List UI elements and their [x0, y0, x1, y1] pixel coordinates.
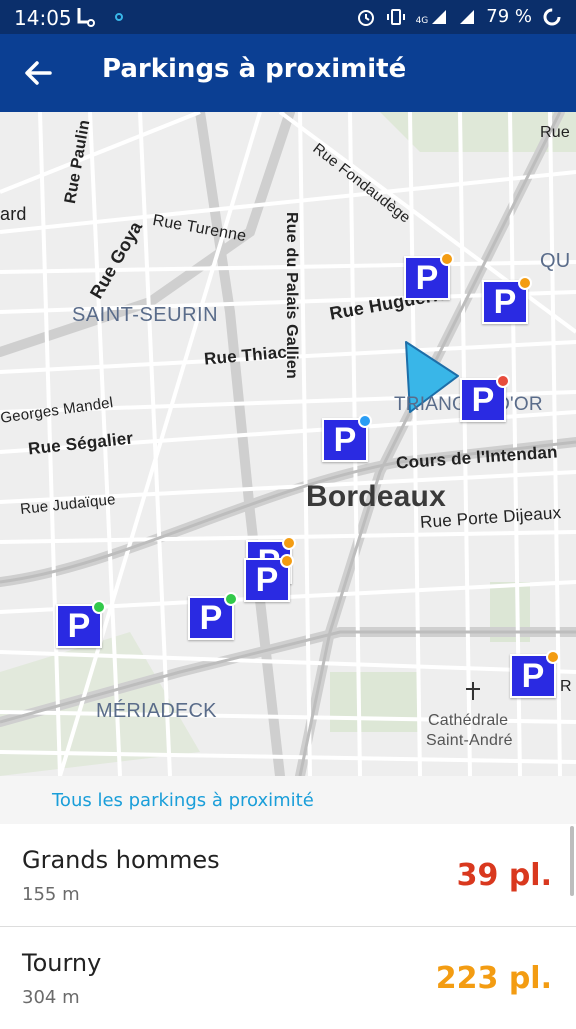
lock-rotation-icon	[77, 8, 95, 27]
page-title: Parkings à proximité	[102, 54, 407, 84]
status-icons: 4G 79 %	[356, 6, 562, 27]
map-label: QU	[540, 250, 571, 272]
all-parkings-link[interactable]: Tous les parkings à proximité	[52, 790, 314, 811]
vibrate-icon	[386, 8, 405, 25]
parking-icon: P	[199, 598, 223, 637]
status-dot	[546, 650, 560, 664]
map-label: Cathédrale	[428, 712, 509, 729]
parking-places: 223 pl.	[435, 961, 552, 996]
parking-name: Grands hommes	[22, 846, 220, 874]
status-notification-icons	[76, 6, 124, 28]
status-dot	[224, 592, 238, 606]
parking-icon: P	[521, 656, 545, 695]
parking-places: 39 pl.	[456, 858, 552, 893]
parking-name: Tourny	[22, 949, 102, 977]
app-bar: Parkings à proximité	[0, 34, 576, 112]
map-label: MÉRIADECK	[96, 700, 217, 722]
status-dot	[358, 414, 372, 428]
status-bar: 14:05 4G 79 %	[0, 0, 576, 34]
arrow-back-icon	[25, 61, 52, 85]
map-label: ard	[0, 204, 27, 224]
parking-icon: P	[471, 380, 495, 419]
parking-icon: P	[493, 282, 517, 321]
parking-marker[interactable]: P	[188, 592, 238, 640]
network-icon: 4G	[416, 8, 449, 26]
status-dot	[282, 536, 296, 550]
parking-icon: P	[333, 420, 357, 459]
parking-marker[interactable]: P	[510, 650, 560, 698]
status-dot	[280, 554, 294, 568]
map-view[interactable]: Rue Paulin ard Rue Goya Rue Turenne Rue …	[0, 112, 576, 776]
parking-marker[interactable]: P	[244, 554, 294, 602]
parking-icon: P	[255, 560, 279, 599]
battery-percent: 79 %	[486, 6, 532, 27]
status-dot	[92, 600, 106, 614]
battery-icon	[543, 8, 561, 25]
status-time: 14:05	[14, 6, 72, 30]
scrollbar[interactable]	[570, 826, 574, 896]
alarm-icon	[357, 9, 374, 26]
map-label: R	[560, 678, 572, 695]
list-item[interactable]: Tourny 304 m 223 pl.	[0, 927, 576, 1029]
parking-distance: 304 m	[22, 987, 80, 1008]
map-label: SAINT-SEURIN	[72, 304, 219, 326]
all-parkings-row: Tous les parkings à proximité	[0, 776, 576, 824]
parking-marker[interactable]: P	[56, 600, 106, 648]
parking-marker[interactable]: P	[404, 252, 454, 300]
parking-icon: P	[67, 606, 91, 645]
status-dot	[440, 252, 454, 266]
back-button[interactable]	[20, 56, 60, 90]
status-dot	[518, 276, 532, 290]
list-item[interactable]: Grands hommes 155 m 39 pl.	[0, 824, 576, 927]
parking-marker[interactable]: P	[322, 414, 372, 462]
sync-dot-icon	[115, 13, 123, 21]
map-label: Bordeaux	[306, 480, 446, 513]
parking-icon: P	[415, 258, 439, 297]
parking-distance: 155 m	[22, 884, 80, 905]
parking-list: Grands hommes 155 m 39 pl. Tourny 304 m …	[0, 824, 576, 1024]
signal-icon	[460, 9, 475, 24]
parking-marker[interactable]: P	[482, 276, 532, 324]
map-label: Saint-André	[426, 732, 513, 749]
status-dot	[496, 374, 510, 388]
map-label: Rue	[540, 124, 570, 141]
parking-marker[interactable]: P	[460, 374, 510, 422]
